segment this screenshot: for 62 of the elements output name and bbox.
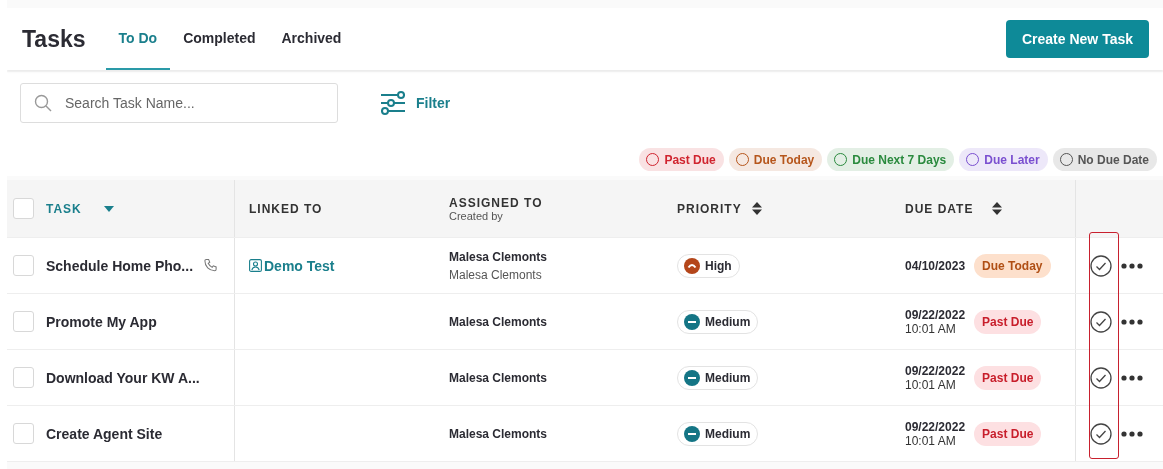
creator-name: Malesa Clemonts [449, 267, 542, 282]
contact-card-icon [249, 259, 262, 272]
row-checkbox[interactable] [13, 423, 34, 444]
assignee-name: Malesa Clemonts [449, 426, 548, 441]
more-options-icon[interactable] [1121, 318, 1143, 325]
tab[interactable]: Archived [268, 8, 355, 70]
sort-icon[interactable] [751, 202, 762, 215]
legend-tag[interactable]: No Due Date [1052, 148, 1157, 171]
due-date: 09/22/2022 [905, 307, 966, 322]
tab[interactable]: To Do [105, 8, 171, 70]
assignee-name: Malesa Clemonts [449, 249, 548, 264]
due-time: 10:01 AM [905, 377, 957, 392]
filter-sliders-icon [380, 91, 406, 115]
column-header[interactable]: TASK [46, 201, 82, 216]
due-time: 10:01 AM [905, 321, 957, 336]
linked-contact-link[interactable]: Demo Test [249, 257, 335, 274]
complete-check-icon[interactable] [1090, 254, 1112, 277]
status-tag: Past Due [974, 365, 1042, 390]
due-time: 10:01 AM [905, 433, 957, 448]
tab[interactable]: Completed [170, 8, 269, 70]
more-options-icon[interactable] [1121, 430, 1143, 437]
column-header[interactable]: PRIORITY [677, 201, 742, 216]
legend-tag[interactable]: Due Next 7 Days [827, 148, 955, 171]
task-name[interactable]: Schedule Home Pho... [46, 257, 194, 274]
column-subheader: Created by [449, 209, 504, 222]
complete-check-icon[interactable] [1090, 310, 1112, 333]
due-date: 09/22/2022 [905, 419, 966, 434]
task-name[interactable]: Download Your KW A... [46, 369, 200, 386]
assignee-name: Malesa Clemonts [449, 370, 548, 385]
column-header: ASSIGNED TO [449, 195, 543, 210]
create-task-button[interactable]: Create New Task [1006, 20, 1149, 58]
due-date: 09/22/2022 [905, 363, 966, 378]
task-name[interactable]: Promote My App [46, 313, 157, 330]
task-name[interactable]: Create Agent Site [46, 425, 163, 442]
filter-button[interactable]: Filter [380, 91, 451, 115]
column-header[interactable]: DUE DATE [905, 201, 974, 216]
legend-tag[interactable]: Due Today [728, 148, 823, 171]
medium-priority-icon [684, 425, 700, 442]
sort-down-icon[interactable] [103, 205, 114, 212]
high-priority-icon [684, 257, 700, 274]
search-field[interactable]: Search Task Name... [20, 83, 338, 123]
page-title: Tasks [22, 25, 86, 53]
medium-priority-icon [684, 313, 700, 330]
status-tag: Past Due [974, 309, 1042, 334]
medium-priority-icon [684, 369, 700, 386]
due-date: 04/10/2023 [905, 258, 966, 273]
search-icon [34, 94, 52, 112]
complete-check-icon[interactable] [1090, 366, 1112, 389]
complete-check-icon[interactable] [1090, 422, 1112, 445]
legend-tag[interactable]: Due Later [959, 148, 1048, 171]
assignee-name: Malesa Clemonts [449, 314, 548, 329]
status-tag: Due Today [974, 253, 1051, 278]
row-checkbox[interactable] [13, 367, 34, 388]
column-header: LINKED TO [249, 201, 323, 216]
more-options-icon[interactable] [1121, 262, 1143, 269]
status-tag: Past Due [974, 421, 1042, 446]
more-options-icon[interactable] [1121, 374, 1143, 381]
select-all-checkbox[interactable] [13, 198, 34, 219]
row-checkbox[interactable] [13, 311, 34, 332]
sort-icon[interactable] [992, 202, 1003, 215]
legend-tag[interactable]: Past Due [639, 148, 724, 171]
row-checkbox[interactable] [13, 255, 34, 276]
